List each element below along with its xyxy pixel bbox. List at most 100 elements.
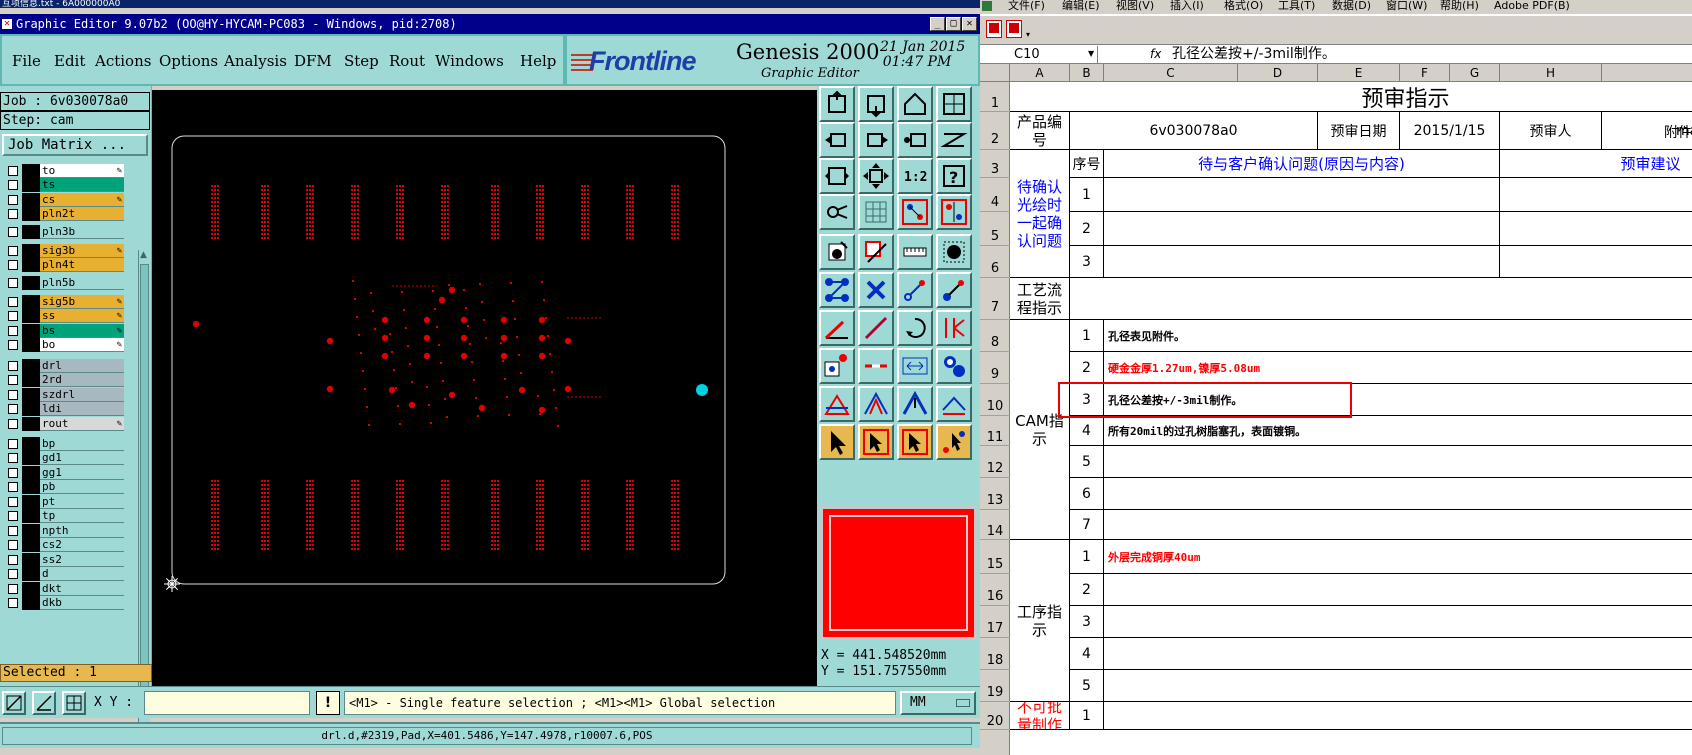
- fx-icon[interactable]: fx: [1150, 45, 1161, 64]
- layer-name[interactable]: tp: [40, 509, 124, 523]
- cam-item[interactable]: [1104, 510, 1692, 540]
- proc-item[interactable]: 外层完成铜厚40um: [1104, 540, 1692, 574]
- layer-name[interactable]: ts: [40, 178, 124, 192]
- layer-color-icon[interactable]: [22, 596, 40, 610]
- menu-actions[interactable]: Actions: [95, 52, 151, 70]
- layer-color-icon[interactable]: [22, 582, 40, 596]
- layer-row[interactable]: sig5b ✎: [4, 295, 132, 309]
- layer-name[interactable]: bs ✎: [40, 324, 124, 338]
- minimize-button[interactable]: _: [930, 17, 945, 31]
- tool-button-layer[interactable]: [936, 348, 972, 384]
- column-header[interactable]: F: [1400, 64, 1450, 82]
- row-header[interactable]: 14: [980, 510, 1010, 540]
- tool-button-select-red2[interactable]: [936, 194, 972, 230]
- tool-button-tri1[interactable]: [819, 386, 855, 422]
- layer-checkbox[interactable]: [8, 439, 18, 449]
- layer-name[interactable]: pt: [40, 495, 124, 509]
- layer-row[interactable]: dkb: [4, 596, 132, 610]
- layer-color-icon[interactable]: [22, 207, 40, 221]
- layer-color-icon[interactable]: [22, 244, 40, 258]
- tool-button-tri3[interactable]: [897, 386, 933, 422]
- layer-row[interactable]: pln5b: [4, 276, 132, 290]
- tool-button-select-red[interactable]: [897, 194, 933, 230]
- layer-color-icon[interactable]: [22, 388, 40, 402]
- layer-checkbox[interactable]: [8, 569, 18, 579]
- row-header[interactable]: 9: [980, 352, 1010, 384]
- tool-button-route[interactable]: [936, 122, 972, 158]
- menu-step[interactable]: Step: [344, 52, 379, 70]
- layer-color-icon[interactable]: [22, 225, 40, 239]
- row-header[interactable]: 12: [980, 446, 1010, 478]
- xl-menu-help[interactable]: 帮助(H): [1440, 0, 1479, 12]
- tool-button-delete[interactable]: [858, 272, 894, 308]
- pending-label[interactable]: 待确认光绘时一起确认问题: [1010, 150, 1070, 278]
- pcb-canvas[interactable]: [152, 90, 817, 690]
- layer-row[interactable]: pln4t: [4, 258, 132, 272]
- layer-color-icon[interactable]: [22, 402, 40, 416]
- tool-button-copy[interactable]: [936, 272, 972, 308]
- xl-menu-data[interactable]: 数据(D): [1332, 0, 1371, 12]
- layer-color-icon[interactable]: [22, 324, 40, 338]
- layer-name[interactable]: npth: [40, 524, 124, 538]
- layer-checkbox[interactable]: [8, 195, 18, 205]
- product-label[interactable]: 产品编号: [1010, 112, 1070, 150]
- tool-button-zoom-home[interactable]: [819, 86, 855, 122]
- layer-checkbox[interactable]: [8, 555, 18, 565]
- layer-checkbox[interactable]: [8, 166, 18, 176]
- tool-button-snap-pad[interactable]: [819, 348, 855, 384]
- layer-checkbox[interactable]: [8, 419, 18, 429]
- tool-button-add-pad[interactable]: [819, 234, 855, 270]
- layer-color-icon[interactable]: [22, 451, 40, 465]
- layer-color-icon[interactable]: [22, 164, 40, 178]
- product-value[interactable]: 6v030078a0: [1070, 112, 1318, 150]
- menu-rout[interactable]: Rout: [389, 52, 425, 70]
- cam-num[interactable]: 5: [1070, 446, 1104, 478]
- process-cell[interactable]: [1070, 278, 1692, 320]
- layer-row[interactable]: pln2t: [4, 207, 132, 221]
- layer-row[interactable]: cs2: [4, 538, 132, 552]
- select-all-corner[interactable]: [980, 64, 1010, 82]
- layer-row[interactable]: gg1: [4, 466, 132, 480]
- column-header[interactable]: D: [1238, 64, 1318, 82]
- tool-button-pan-right[interactable]: [858, 122, 894, 158]
- cam-num[interactable]: 2: [1070, 352, 1104, 384]
- xl-menu-view[interactable]: 视图(V): [1116, 0, 1154, 12]
- layer-name[interactable]: cs ✎: [40, 193, 124, 207]
- pending-advice-cell[interactable]: [1500, 246, 1692, 278]
- layer-row[interactable]: bo ✎: [4, 338, 132, 352]
- column-header[interactable]: H: [1500, 64, 1602, 82]
- layer-color-icon[interactable]: [22, 258, 40, 272]
- column-header[interactable]: A: [1010, 64, 1070, 82]
- row-header[interactable]: 17: [980, 606, 1010, 638]
- tool-button-mirror[interactable]: [936, 310, 972, 346]
- menu-windows[interactable]: Windows: [435, 52, 504, 70]
- color-swatch[interactable]: [820, 506, 977, 640]
- layer-checkbox[interactable]: [8, 497, 18, 507]
- layer-row[interactable]: bp: [4, 437, 132, 451]
- layer-checkbox[interactable]: [8, 180, 18, 190]
- cam-item[interactable]: [1104, 478, 1692, 510]
- layer-checkbox[interactable]: [8, 584, 18, 594]
- job-matrix-button[interactable]: Job Matrix ...: [2, 134, 148, 156]
- layer-row[interactable]: drl: [4, 359, 132, 373]
- tool-button-fit[interactable]: [819, 158, 855, 194]
- proc-num[interactable]: 2: [1070, 574, 1104, 606]
- layer-checkbox[interactable]: [8, 297, 18, 307]
- xl-menu-insert[interactable]: 插入(I): [1170, 0, 1204, 12]
- layer-name[interactable]: drl: [40, 359, 124, 373]
- selected-pad[interactable]: [696, 384, 708, 396]
- layer-name[interactable]: ss ✎: [40, 309, 124, 323]
- layer-name[interactable]: rout ✎: [40, 417, 124, 431]
- warning-button[interactable]: !: [316, 691, 340, 715]
- layer-name[interactable]: sig3b ✎: [40, 244, 124, 258]
- tool-button-pad[interactable]: [936, 234, 972, 270]
- layer-color-icon[interactable]: [22, 480, 40, 494]
- layer-name[interactable]: ss2: [40, 553, 124, 567]
- xl-menu-window[interactable]: 窗口(W): [1386, 0, 1427, 12]
- tool-button-center[interactable]: [858, 158, 894, 194]
- layer-color-icon[interactable]: [22, 553, 40, 567]
- reviewer-label[interactable]: 预审人: [1500, 112, 1602, 150]
- zoom-tool-button[interactable]: [2, 691, 26, 715]
- layer-row[interactable]: ts: [4, 178, 132, 192]
- sheet-title[interactable]: 预审指示: [1010, 82, 1692, 112]
